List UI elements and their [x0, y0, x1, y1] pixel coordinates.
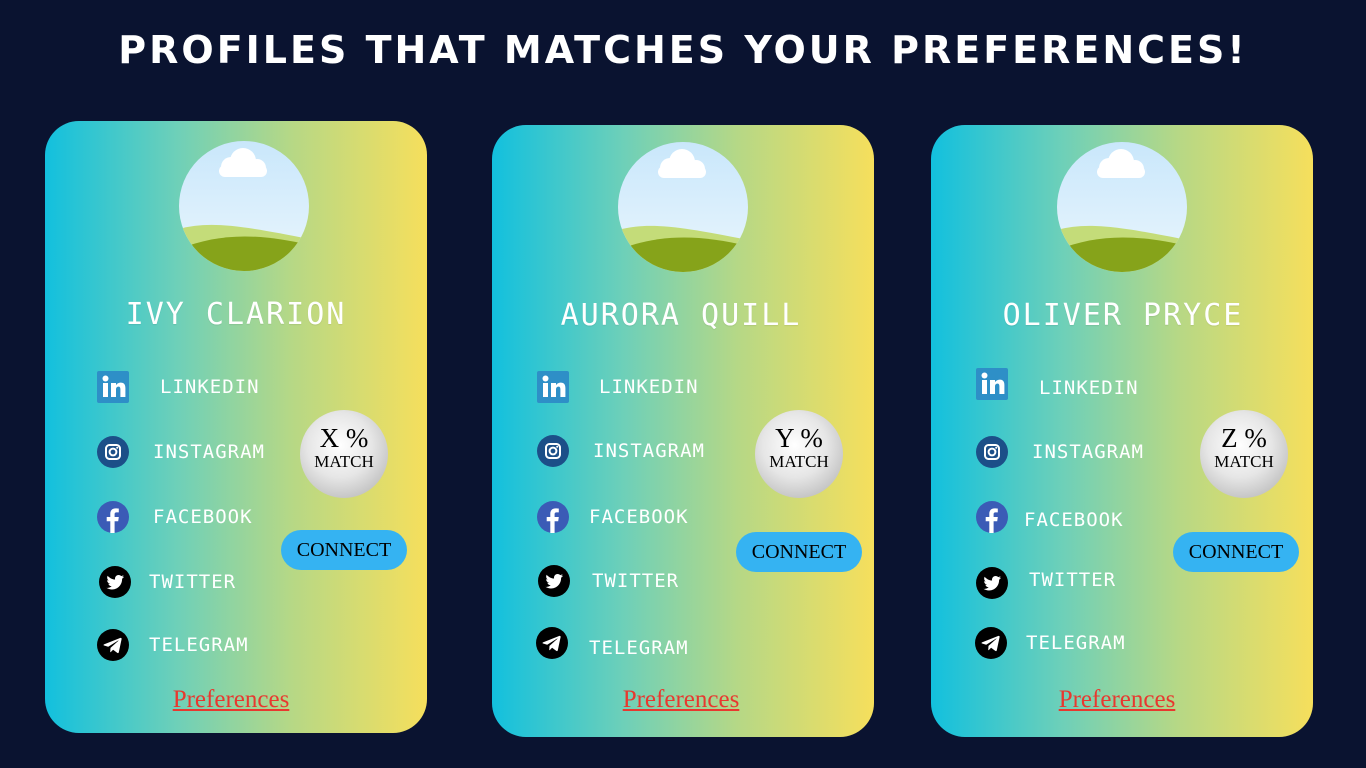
social-link-twitter[interactable]: TWITTER [538, 565, 679, 597]
social-label-instagram: INSTAGRAM [1032, 441, 1144, 463]
profile-name: OLIVER PRYCE [1002, 298, 1244, 333]
landscape-avatar-icon [179, 141, 309, 271]
social-label-instagram: INSTAGRAM [593, 440, 705, 462]
preferences-link[interactable]: Preferences [926, 686, 1308, 714]
social-label-twitter: TWITTER [592, 570, 680, 592]
facebook-icon [976, 501, 1008, 533]
profile-name: IVY CLARION [125, 297, 347, 332]
telegram-icon [536, 627, 568, 659]
match-value: Y % [775, 423, 823, 453]
match-value: Z % [1221, 423, 1267, 453]
facebook-icon [97, 501, 129, 533]
social-link-twitter[interactable]: TWITTER [976, 567, 1116, 599]
twitter-icon [976, 567, 1008, 599]
social-label-facebook: FACEBOOK [1024, 509, 1124, 531]
social-label-twitter: TWITTER [1029, 569, 1117, 591]
page-title: PROFILES THAT MATCHES YOUR PREFERENCES! [118, 28, 1248, 72]
instagram-icon [97, 436, 129, 468]
social-link-telegram[interactable]: TELEGRAM [536, 627, 689, 659]
social-label-facebook: FACEBOOK [589, 506, 689, 528]
social-link-twitter[interactable]: TWITTER [99, 566, 236, 598]
facebook-icon [537, 501, 569, 533]
social-label-linkedin: LINKEDIN [160, 376, 260, 398]
social-link-telegram[interactable]: TELEGRAM [97, 629, 249, 661]
social-link-linkedin[interactable]: LINKEDIN [97, 371, 260, 403]
social-label-twitter: TWITTER [149, 571, 237, 593]
preferences-link[interactable]: Preferences [40, 686, 422, 714]
social-link-facebook[interactable]: FACEBOOK [537, 501, 689, 533]
landscape-avatar-icon [618, 142, 748, 272]
social-link-instagram[interactable]: INSTAGRAM [97, 436, 265, 468]
social-label-linkedin: LINKEDIN [599, 376, 699, 398]
linkedin-icon [97, 371, 129, 403]
match-label: MATCH [1214, 452, 1274, 471]
connect-button[interactable]: CONNECT [736, 532, 862, 572]
match-badge: X % MATCH [300, 410, 388, 498]
match-label: MATCH [314, 452, 374, 471]
twitter-icon [99, 566, 131, 598]
social-label-telegram: TELEGRAM [149, 634, 249, 656]
twitter-icon [538, 565, 570, 597]
social-link-linkedin[interactable]: LINKEDIN [976, 368, 1139, 400]
social-link-facebook[interactable]: FACEBOOK [97, 501, 253, 533]
profile-card: AURORA QUILL LINKEDIN INSTAGRAM FACEBOOK… [492, 125, 874, 737]
social-link-linkedin[interactable]: LINKEDIN [537, 371, 699, 403]
telegram-icon [97, 629, 129, 661]
social-label-instagram: INSTAGRAM [153, 441, 265, 463]
social-link-facebook[interactable]: FACEBOOK [976, 501, 1124, 533]
linkedin-icon [976, 368, 1008, 400]
instagram-icon [976, 436, 1008, 468]
instagram-icon [537, 435, 569, 467]
profile-card: OLIVER PRYCE LINKEDIN INSTAGRAM FACEBOOK… [931, 125, 1313, 737]
social-link-instagram[interactable]: INSTAGRAM [976, 436, 1144, 468]
match-badge: Y % MATCH [755, 410, 843, 498]
social-label-linkedin: LINKEDIN [1039, 377, 1139, 399]
connect-button[interactable]: CONNECT [1173, 532, 1299, 572]
profile-name: AURORA QUILL [560, 298, 802, 333]
match-value: X % [319, 423, 369, 453]
landscape-avatar-icon [1057, 142, 1187, 272]
connect-button[interactable]: CONNECT [281, 530, 407, 570]
linkedin-icon [537, 371, 569, 403]
profile-card: IVY CLARION LINKEDIN INSTAGRAM FACEBOOK … [45, 121, 427, 733]
social-link-instagram[interactable]: INSTAGRAM [537, 435, 705, 467]
match-label: MATCH [769, 452, 829, 471]
social-label-facebook: FACEBOOK [153, 506, 253, 528]
social-link-telegram[interactable]: TELEGRAM [975, 627, 1126, 659]
social-label-telegram: TELEGRAM [1026, 632, 1126, 654]
social-label-telegram: TELEGRAM [589, 637, 689, 659]
telegram-icon [975, 627, 1007, 659]
match-badge: Z % MATCH [1200, 410, 1288, 498]
preferences-link[interactable]: Preferences [490, 686, 872, 714]
